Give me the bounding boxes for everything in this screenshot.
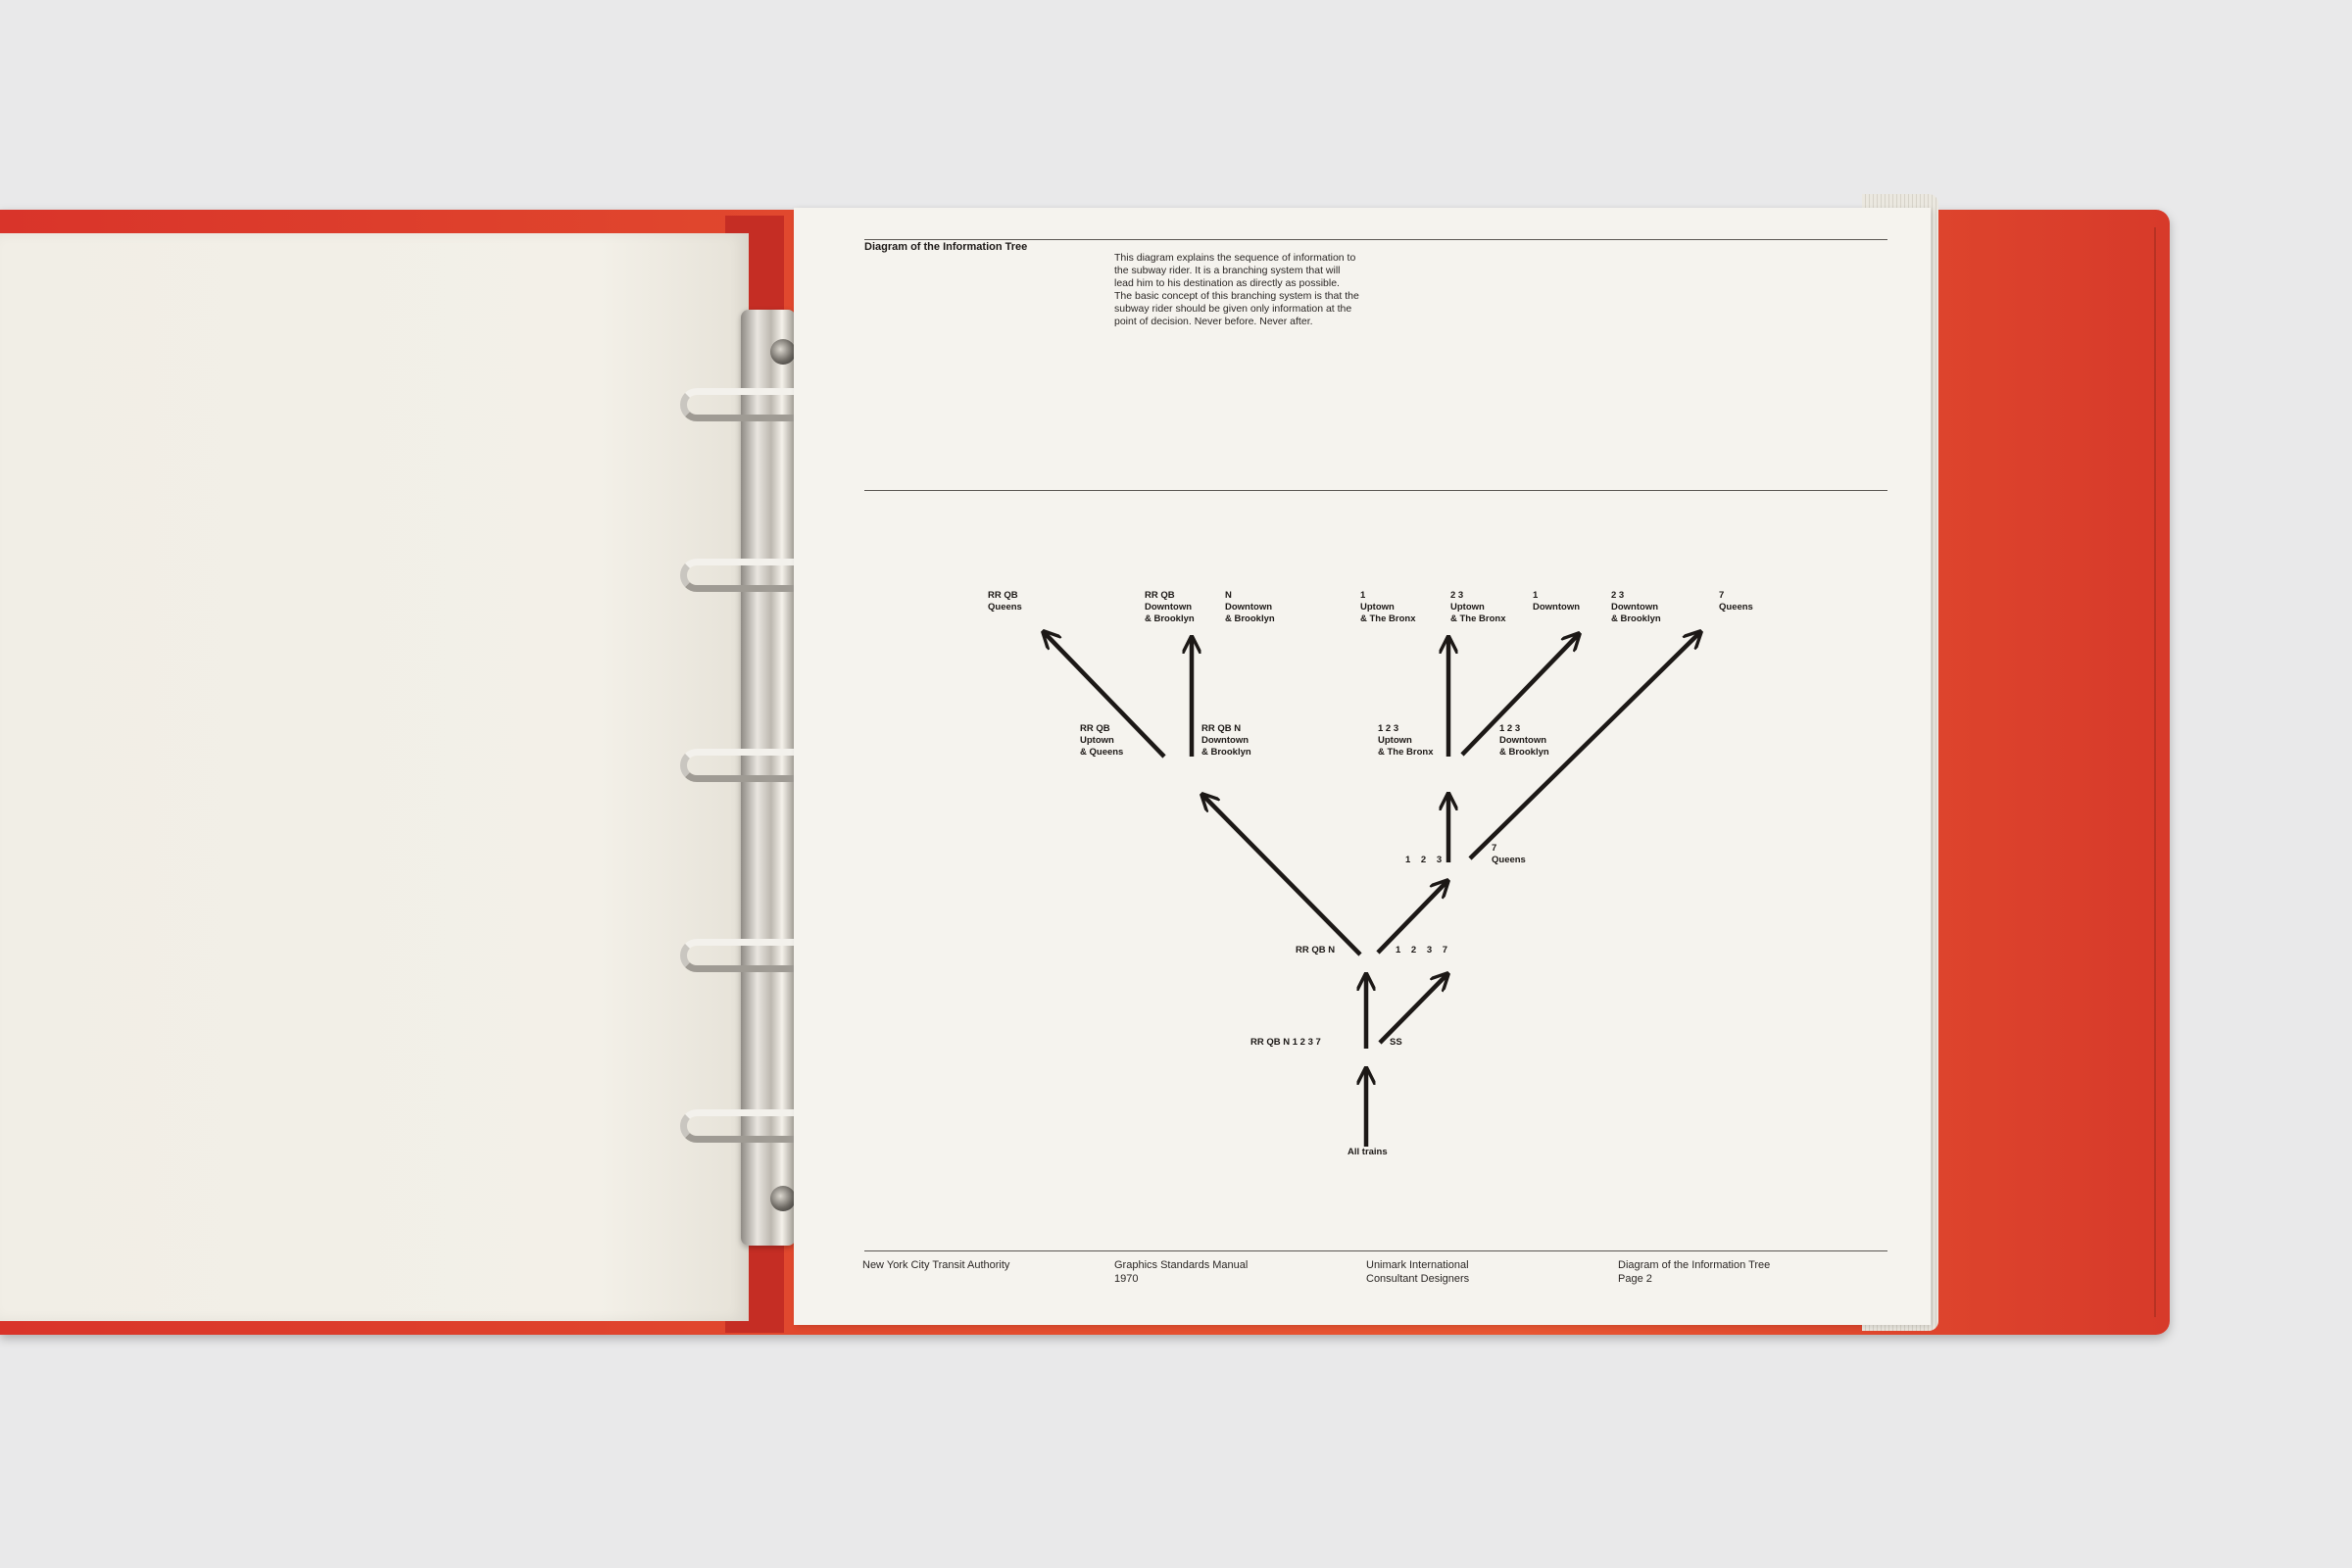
footer-page-info: Diagram of the Information Tree Page 2 <box>1618 1259 1771 1285</box>
footer-designers: Unimark International Consultant Designe… <box>1366 1259 1470 1285</box>
arrow-to-1237 <box>1376 882 1446 955</box>
label-top-1-up: 1 Uptown & The Bronx <box>1360 590 1416 624</box>
label-top-7-queens: 7 Queens <box>1719 590 1753 612</box>
label-lvl2-left: RR QB N <box>1296 945 1336 956</box>
label-top-rrqb-down: RR QB Downtown & Brooklyn <box>1145 590 1195 624</box>
rivet-top <box>770 339 796 365</box>
rivet-bottom <box>770 1186 796 1211</box>
label-lvl3-7: 7 Queens <box>1492 843 1526 865</box>
label-lvl1-left: RR QB N 1 2 3 7 <box>1250 1037 1321 1048</box>
label-lvl4-123-up: 1 2 3 Uptown & The Bronx <box>1378 723 1434 758</box>
label-top-23-down: 2 3 Downtown & Brooklyn <box>1611 590 1661 624</box>
left-blank-page <box>0 233 749 1321</box>
label-all-trains: All trains <box>1348 1147 1388 1157</box>
label-top-1-down: 1 Downtown <box>1533 590 1581 612</box>
footer-manual: Graphics Standards Manual 1970 <box>1114 1259 1249 1285</box>
label-top-rrqb-queens: RR QB Queens <box>988 590 1022 612</box>
arrow-to-rrqbn <box>1203 796 1362 956</box>
label-top-23-up: 2 3 Uptown & The Bronx <box>1450 590 1506 624</box>
label-lvl4-rrqb: RR QB Uptown & Queens <box>1080 723 1124 758</box>
label-lvl4-rrqbn: RR QB N Downtown & Brooklyn <box>1201 723 1251 758</box>
label-lvl2-right: 1 2 3 7 <box>1396 945 1452 956</box>
footer-rule <box>864 1250 1887 1251</box>
arrow-to-ss <box>1378 975 1446 1045</box>
label-lvl3-123: 1 2 3 <box>1405 855 1446 865</box>
label-lvl1-right: SS <box>1390 1037 1402 1048</box>
label-top-n-down: N Downtown & Brooklyn <box>1225 590 1275 624</box>
footer-authority: New York City Transit Authority <box>862 1259 1010 1271</box>
label-lvl4-123-down: 1 2 3 Downtown & Brooklyn <box>1499 723 1549 758</box>
manual-page: Diagram of the Information Tree This dia… <box>794 208 1931 1325</box>
